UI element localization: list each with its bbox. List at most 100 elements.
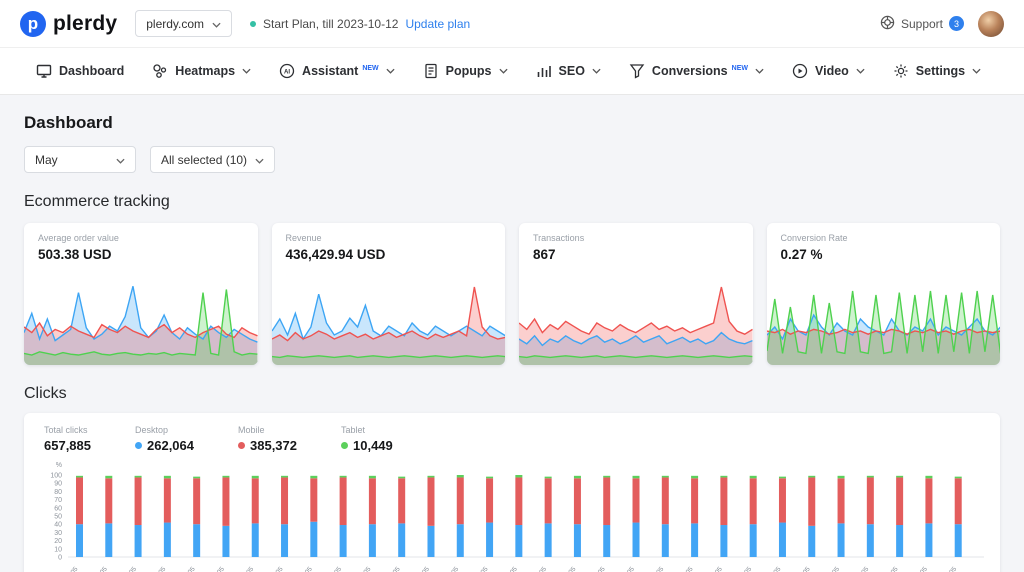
- nav-item-popups[interactable]: Popups: [423, 63, 508, 79]
- card-label: Revenue: [286, 233, 492, 243]
- pages-select-value: All selected (10): [161, 153, 247, 167]
- gear-icon: [893, 63, 909, 79]
- svg-text:05.05: 05.05: [181, 566, 197, 572]
- stat-value: 657,885: [44, 438, 91, 453]
- svg-text:26.05: 26.05: [796, 566, 812, 572]
- nav-item-assistant[interactable]: AI Assistant NEW: [279, 63, 395, 79]
- svg-text:08.05: 08.05: [269, 566, 285, 572]
- svg-text:AI: AI: [284, 69, 290, 75]
- average-order-value-chart: [24, 277, 258, 365]
- clicks-section-title: Clicks: [24, 385, 1000, 403]
- stat-mobile: Mobile 385,372: [238, 425, 297, 453]
- support-badge: 3: [949, 16, 964, 31]
- ecommerce-cards: Average order value 503.38 USD Revenue 4…: [24, 223, 1000, 365]
- svg-text:04.05: 04.05: [152, 566, 168, 572]
- svg-text:30.05: 30.05: [913, 566, 929, 572]
- nav-label: Conversions: [652, 63, 728, 79]
- nav-label: Assistant: [302, 63, 358, 79]
- support-link[interactable]: Support 3: [880, 15, 964, 33]
- topbar: p plerdy plerdy.com Start Plan, till 202…: [0, 0, 1024, 48]
- video-play-icon: [792, 63, 808, 79]
- svg-text:09.05: 09.05: [298, 566, 314, 572]
- svg-text:16.05: 16.05: [503, 566, 519, 572]
- stat-label: Tablet: [341, 425, 393, 435]
- svg-text:20: 20: [54, 538, 62, 545]
- stat-value: 262,064: [135, 438, 194, 453]
- nav-item-seo[interactable]: SEO: [536, 63, 601, 79]
- mobile-legend-dot: [238, 442, 245, 449]
- support-label: Support: [901, 17, 943, 31]
- svg-text:70: 70: [54, 497, 62, 504]
- svg-text:60: 60: [54, 505, 62, 512]
- chevron-down-icon: [755, 68, 764, 74]
- svg-text:28.05: 28.05: [855, 566, 871, 572]
- stat-value: 385,372: [238, 438, 297, 453]
- new-badge: NEW: [732, 61, 748, 77]
- stat-label: Total clicks: [44, 425, 91, 435]
- svg-text:30: 30: [54, 530, 62, 537]
- svg-text:22.05: 22.05: [679, 566, 695, 572]
- svg-text:29.05: 29.05: [884, 566, 900, 572]
- nav-item-settings[interactable]: Settings: [893, 63, 981, 79]
- svg-text:80: 80: [54, 489, 62, 496]
- card-label: Conversion Rate: [781, 233, 987, 243]
- nav-label: Heatmaps: [175, 63, 235, 79]
- nav-item-conversions[interactable]: Conversions NEW: [629, 63, 764, 79]
- revenue-chart: [272, 277, 506, 365]
- nav-item-dashboard[interactable]: Dashboard: [36, 63, 124, 79]
- plan-text: Start Plan, till 2023-10-12: [263, 17, 398, 31]
- tablet-legend-dot: [341, 442, 348, 449]
- svg-text:10.05: 10.05: [327, 566, 343, 572]
- chevron-down-icon: [592, 68, 601, 74]
- user-avatar[interactable]: [978, 11, 1004, 37]
- chevron-down-icon: [856, 68, 865, 74]
- plerdy-logo-icon: p: [20, 11, 46, 37]
- plerdy-logo[interactable]: p plerdy: [20, 11, 117, 37]
- nav-label: SEO: [559, 63, 585, 79]
- stat-value: 10,449: [341, 438, 393, 453]
- card-label: Transactions: [533, 233, 739, 243]
- svg-text:27.05: 27.05: [825, 566, 841, 572]
- chevron-down-icon: [499, 68, 508, 74]
- svg-text:31.05: 31.05: [942, 566, 958, 572]
- nav-label: Popups: [446, 63, 492, 79]
- chevron-down-icon: [255, 153, 264, 167]
- card-revenue[interactable]: Revenue 436,429.94 USD: [272, 223, 506, 365]
- desktop-legend-dot: [135, 442, 142, 449]
- month-select-value: May: [35, 153, 58, 167]
- card-average-order-value[interactable]: Average order value 503.38 USD: [24, 223, 258, 365]
- new-badge: NEW: [362, 61, 378, 77]
- heatmaps-icon: [152, 63, 168, 79]
- assistant-ai-icon: AI: [279, 63, 295, 79]
- nav-label: Dashboard: [59, 63, 124, 79]
- svg-text:02.05: 02.05: [93, 566, 109, 572]
- update-plan-link[interactable]: Update plan: [405, 17, 470, 31]
- stat-label: Desktop: [135, 425, 194, 435]
- card-conversion-rate[interactable]: Conversion Rate 0.27 %: [767, 223, 1001, 365]
- funnel-icon: [629, 63, 645, 79]
- clicks-stats: Total clicks 657,885 Desktop 262,064 Mob…: [38, 425, 986, 453]
- clicks-card: Total clicks 657,885 Desktop 262,064 Mob…: [24, 413, 1000, 572]
- nav-label: Settings: [916, 63, 965, 79]
- plan-status-dot: [250, 21, 256, 27]
- month-select[interactable]: May: [24, 146, 136, 173]
- svg-text:01.05: 01.05: [64, 566, 80, 572]
- svg-text:90: 90: [54, 481, 62, 488]
- popups-icon: [423, 63, 439, 79]
- domain-select[interactable]: plerdy.com: [135, 10, 232, 37]
- page-title: Dashboard: [24, 113, 1000, 133]
- svg-text:13.05: 13.05: [415, 566, 431, 572]
- plan-info: Start Plan, till 2023-10-12 Update plan: [250, 17, 470, 31]
- svg-text:07.05: 07.05: [239, 566, 255, 572]
- chevron-down-icon: [242, 68, 251, 74]
- svg-text:10: 10: [54, 546, 62, 553]
- dashboard-icon: [36, 63, 52, 79]
- stat-tablet: Tablet 10,449: [341, 425, 393, 453]
- pages-select[interactable]: All selected (10): [150, 146, 275, 173]
- card-transactions[interactable]: Transactions 867: [519, 223, 753, 365]
- ecommerce-section-title: Ecommerce tracking: [24, 193, 1000, 211]
- nav-item-video[interactable]: Video: [792, 63, 865, 79]
- nav-item-heatmaps[interactable]: Heatmaps: [152, 63, 251, 79]
- svg-text:11.05: 11.05: [357, 566, 373, 572]
- svg-text:23.05: 23.05: [708, 566, 724, 572]
